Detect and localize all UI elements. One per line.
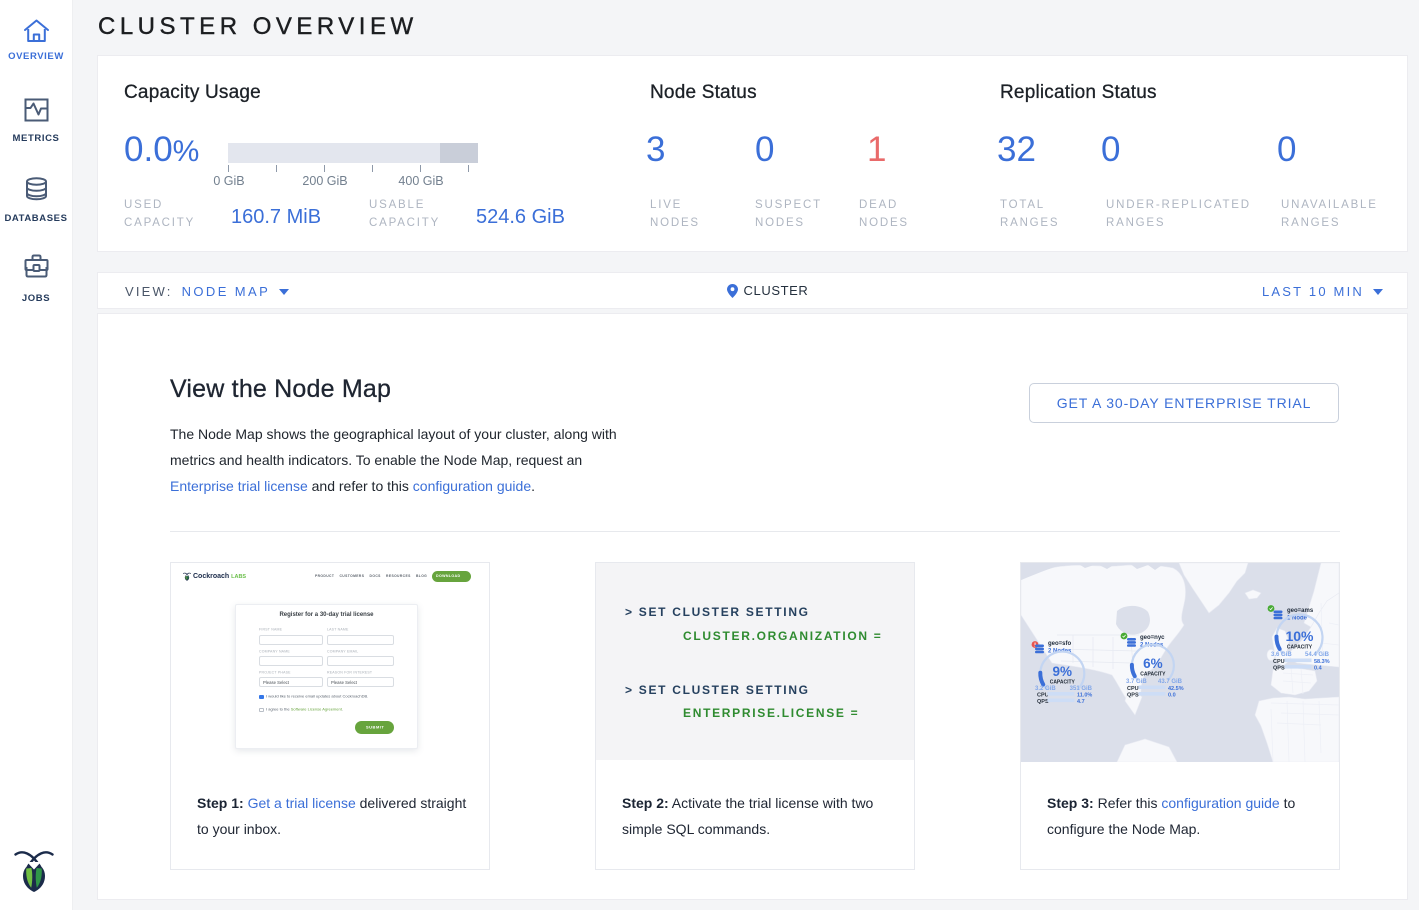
svg-text:42.5%: 42.5% xyxy=(1168,686,1184,692)
svg-text:geo=sfo: geo=sfo xyxy=(1048,641,1072,647)
svg-text:43.7 GiB: 43.7 GiB xyxy=(1158,679,1183,685)
svg-text:3.2 GiB: 3.2 GiB xyxy=(1035,686,1056,692)
svg-text:10%: 10% xyxy=(1285,628,1314,644)
svg-text:CAPACITY: CAPACITY xyxy=(1140,672,1166,678)
svg-text:351 GiB: 351 GiB xyxy=(1070,686,1093,692)
svg-text:9%: 9% xyxy=(1053,664,1073,679)
svg-text:58.3%: 58.3% xyxy=(1314,659,1330,665)
svg-text:11.0%: 11.0% xyxy=(1077,693,1092,699)
svg-text:54.4 GiB: 54.4 GiB xyxy=(1305,652,1330,658)
svg-text:4.7: 4.7 xyxy=(1077,699,1085,705)
svg-text:QPS: QPS xyxy=(1127,693,1139,699)
svg-text:3.6 GiB: 3.6 GiB xyxy=(1271,652,1292,658)
svg-text:0.0: 0.0 xyxy=(1168,693,1176,699)
svg-text:CPU: CPU xyxy=(1127,686,1139,692)
svg-text:CAPACITY: CAPACITY xyxy=(1287,645,1313,651)
svg-text:geo=ams: geo=ams xyxy=(1287,608,1314,614)
svg-text:3.7 GiB: 3.7 GiB xyxy=(1126,679,1147,685)
svg-text:6%: 6% xyxy=(1143,656,1163,671)
svg-text:CPU: CPU xyxy=(1273,659,1285,665)
svg-text:geo=nyc: geo=nyc xyxy=(1140,635,1165,641)
svg-text:0.4: 0.4 xyxy=(1314,666,1323,672)
svg-text:QPS: QPS xyxy=(1273,666,1285,672)
svg-text:CAPACITY: CAPACITY xyxy=(1050,680,1076,686)
svg-text:QPS: QPS xyxy=(1037,699,1049,705)
svg-text:CPU: CPU xyxy=(1037,693,1049,699)
